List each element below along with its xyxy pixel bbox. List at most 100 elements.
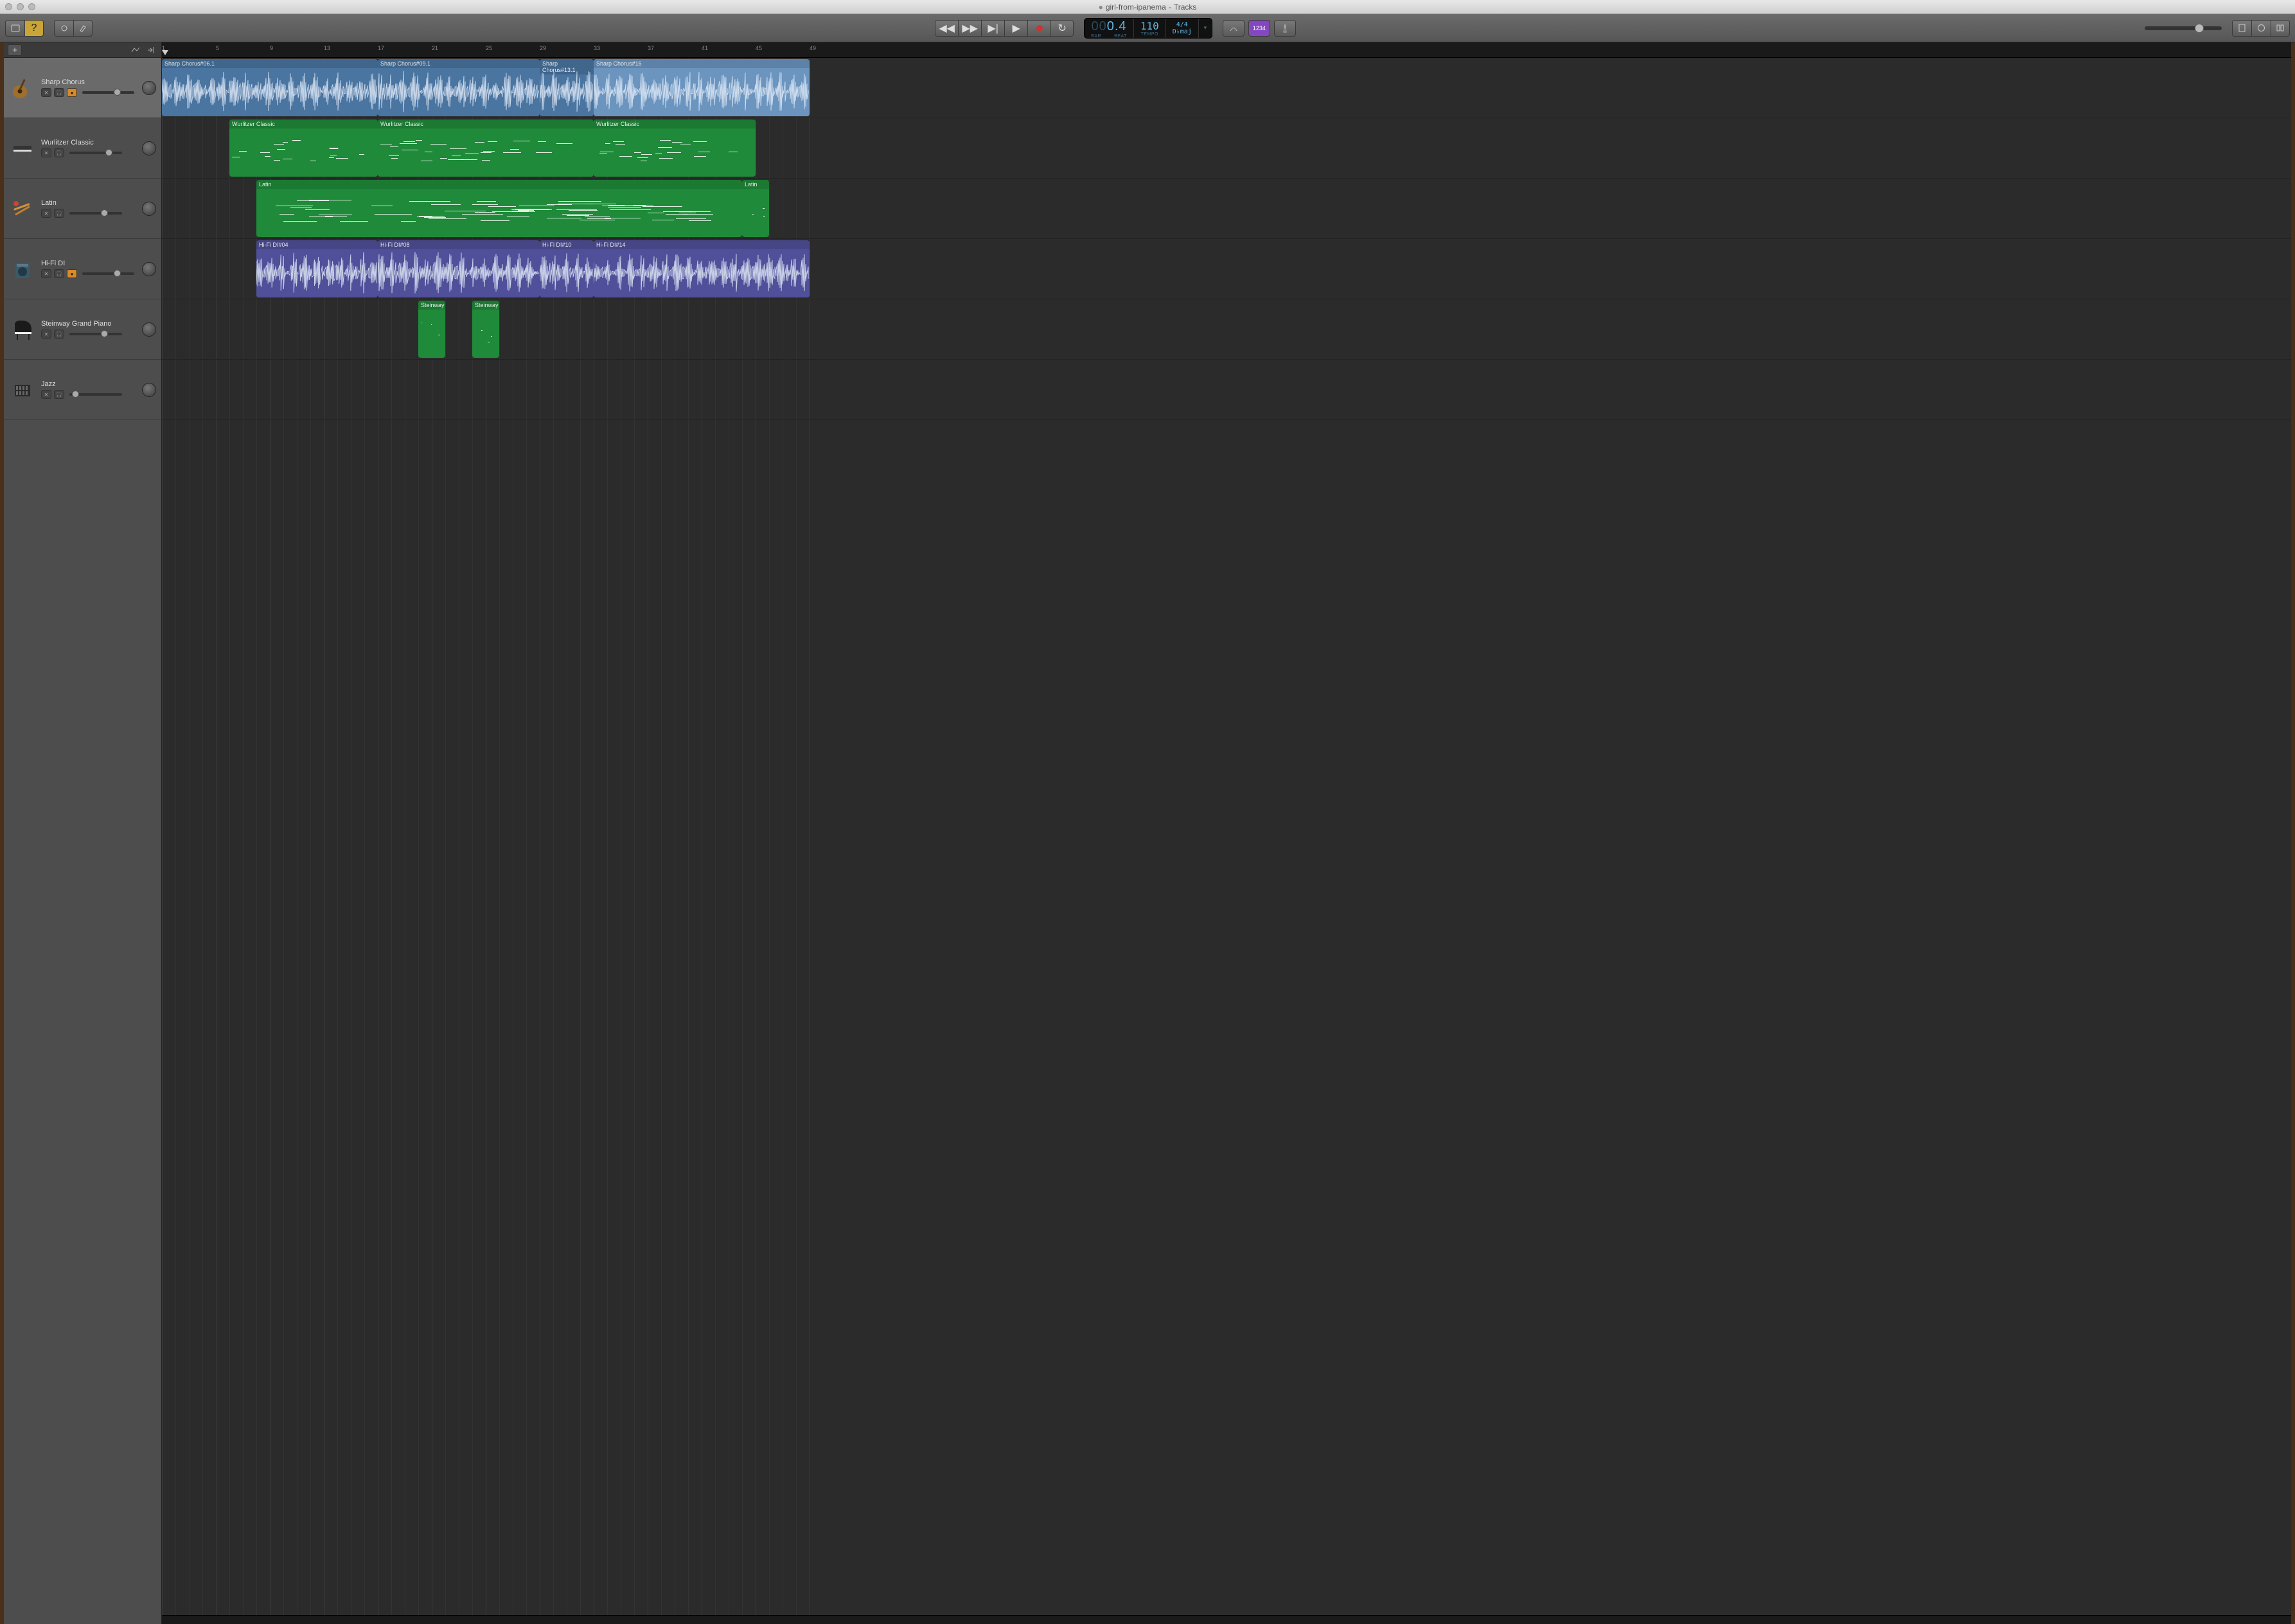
waveform-icon — [378, 68, 540, 115]
ruler-bar-number: 17 — [378, 45, 384, 51]
play-button[interactable]: ▶ — [1004, 20, 1027, 37]
zoom-window-button[interactable] — [28, 3, 35, 10]
editors-button[interactable] — [73, 20, 93, 37]
record-button[interactable] — [1027, 20, 1050, 37]
lcd-timesig[interactable]: 4/4 — [1176, 21, 1188, 28]
tuner-button[interactable] — [1223, 20, 1245, 37]
region[interactable]: Hi-Fi DI#08 — [378, 240, 540, 297]
track-lane[interactable]: LatinLatin — [162, 179, 2291, 239]
region-label: Wurlitzer Classic — [378, 119, 594, 128]
solo-button[interactable]: 🎧 — [54, 390, 64, 399]
lcd-menu-chevron-icon[interactable]: ▾ — [1199, 19, 1212, 38]
master-volume-thumb[interactable] — [2195, 24, 2204, 33]
region[interactable]: Wurlitzer Classic — [594, 119, 756, 177]
record-enable-button[interactable]: ● — [67, 88, 77, 97]
bar-ruler[interactable]: 15913172125293337414549 — [162, 42, 2291, 58]
notepad-button[interactable] — [2232, 20, 2251, 37]
mute-button[interactable]: ✕ — [41, 148, 51, 157]
track-volume-slider[interactable] — [69, 333, 122, 335]
track-header[interactable]: Hi-Fi DI ✕ 🎧 ● — [4, 239, 161, 299]
volume-thumb[interactable] — [101, 209, 108, 216]
region[interactable]: Steinway — [472, 301, 499, 358]
master-volume-slider[interactable] — [2145, 26, 2222, 30]
count-in-button[interactable]: 1234 — [1248, 20, 1270, 37]
solo-button[interactable]: 🎧 — [54, 269, 64, 278]
track-lane[interactable]: Hi-Fi DI#04Hi-Fi DI#08Hi-Fi DI#10Hi-Fi D… — [162, 239, 2291, 299]
solo-button[interactable]: 🎧 — [54, 148, 64, 157]
lcd-key[interactable]: D♭maj — [1173, 28, 1192, 35]
track-header[interactable]: Wurlitzer Classic ✕ 🎧 — [4, 118, 161, 179]
track-lanes[interactable]: Sharp Chorus#06.1Sharp Chorus#09.1Sharp … — [162, 58, 2291, 1615]
track-volume-slider[interactable] — [69, 212, 122, 215]
mute-button[interactable]: ✕ — [41, 209, 51, 218]
volume-thumb[interactable] — [114, 89, 121, 96]
rewind-button[interactable]: ◀◀ — [935, 20, 958, 37]
track-header[interactable]: Sharp Chorus ✕ 🎧 ● — [4, 58, 161, 118]
media-browser-button[interactable] — [2271, 20, 2290, 37]
close-window-button[interactable] — [5, 3, 12, 10]
pan-knob[interactable] — [142, 202, 156, 216]
track-header[interactable]: Latin ✕ 🎧 — [4, 179, 161, 239]
ruler-bar-number: 41 — [702, 45, 708, 51]
catch-playhead-icon[interactable] — [145, 44, 157, 56]
region[interactable]: Sharp Chorus#13.1 — [540, 59, 594, 116]
automation-toggle-icon[interactable] — [129, 44, 142, 56]
track-volume-slider[interactable] — [82, 272, 134, 275]
pan-knob[interactable] — [142, 383, 156, 397]
lcd-display[interactable]: 000.4 BAR BEAT 110 TEMPO 4/4 D♭maj ▾ — [1084, 18, 1212, 39]
region[interactable]: Hi-Fi DI#14 — [594, 240, 810, 297]
track-lane[interactable] — [162, 360, 2291, 420]
record-enable-button[interactable]: ● — [67, 269, 77, 278]
track-volume-slider[interactable] — [82, 91, 134, 94]
pan-knob[interactable] — [142, 141, 156, 155]
region[interactable]: Steinway — [418, 301, 445, 358]
region[interactable]: Sharp Chorus#09.1 — [378, 59, 540, 116]
loop-browser-button[interactable] — [2251, 20, 2271, 37]
track-header[interactable]: Jazz ✕ 🎧 — [4, 360, 161, 420]
minimize-window-button[interactable] — [17, 3, 24, 10]
lcd-tempo[interactable]: 110 — [1140, 20, 1159, 32]
volume-thumb[interactable] — [101, 330, 108, 337]
region[interactable]: Hi-Fi DI#10 — [540, 240, 594, 297]
region[interactable]: Hi-Fi DI#04 — [256, 240, 378, 297]
track-volume-slider[interactable] — [69, 393, 122, 396]
track-lane[interactable]: Steinway Steinway — [162, 299, 2291, 360]
horizontal-scrollbar[interactable] — [162, 1615, 2291, 1624]
volume-thumb[interactable] — [105, 149, 112, 156]
region[interactable]: Latin — [256, 180, 742, 237]
stop-button[interactable]: ▶| — [981, 20, 1004, 37]
region[interactable]: Sharp Chorus#16 — [594, 59, 810, 116]
lcd-position-dim: 00 — [1091, 19, 1106, 33]
cycle-button[interactable]: ↻ — [1050, 20, 1074, 37]
track-header[interactable]: Steinway Grand Piano ✕ 🎧 — [4, 299, 161, 360]
midi-notes-icon — [596, 131, 753, 174]
volume-thumb[interactable] — [114, 270, 121, 277]
metronome-button[interactable] — [1274, 20, 1296, 37]
track-volume-slider[interactable] — [69, 152, 122, 154]
region-label: Sharp Chorus#06.1 — [162, 59, 378, 68]
mute-button[interactable]: ✕ — [41, 330, 51, 339]
mute-button[interactable]: ✕ — [41, 390, 51, 399]
region[interactable]: Latin — [742, 180, 769, 237]
solo-button[interactable]: 🎧 — [54, 209, 64, 218]
pan-knob[interactable] — [142, 322, 156, 337]
forward-button[interactable]: ▶▶ — [958, 20, 981, 37]
track-lane[interactable]: Sharp Chorus#06.1Sharp Chorus#09.1Sharp … — [162, 58, 2291, 118]
volume-thumb[interactable] — [72, 391, 79, 398]
pan-knob[interactable] — [142, 262, 156, 276]
region[interactable]: Sharp Chorus#06.1 — [162, 59, 378, 116]
region[interactable]: Wurlitzer Classic — [378, 119, 594, 177]
midi-notes-icon — [745, 191, 766, 234]
smart-controls-button[interactable] — [54, 20, 73, 37]
pan-knob[interactable] — [142, 81, 156, 95]
ruler-bar-number: 21 — [432, 45, 438, 51]
region[interactable]: Wurlitzer Classic — [229, 119, 378, 177]
library-button[interactable] — [5, 20, 24, 37]
mute-button[interactable]: ✕ — [41, 269, 51, 278]
mute-button[interactable]: ✕ — [41, 88, 51, 97]
add-track-button[interactable]: + — [8, 44, 22, 56]
track-lane[interactable]: Wurlitzer ClassicWurlitzer ClassicWurlit… — [162, 118, 2291, 179]
solo-button[interactable]: 🎧 — [54, 88, 64, 97]
quick-help-button[interactable]: ? — [24, 20, 44, 37]
solo-button[interactable]: 🎧 — [54, 330, 64, 339]
